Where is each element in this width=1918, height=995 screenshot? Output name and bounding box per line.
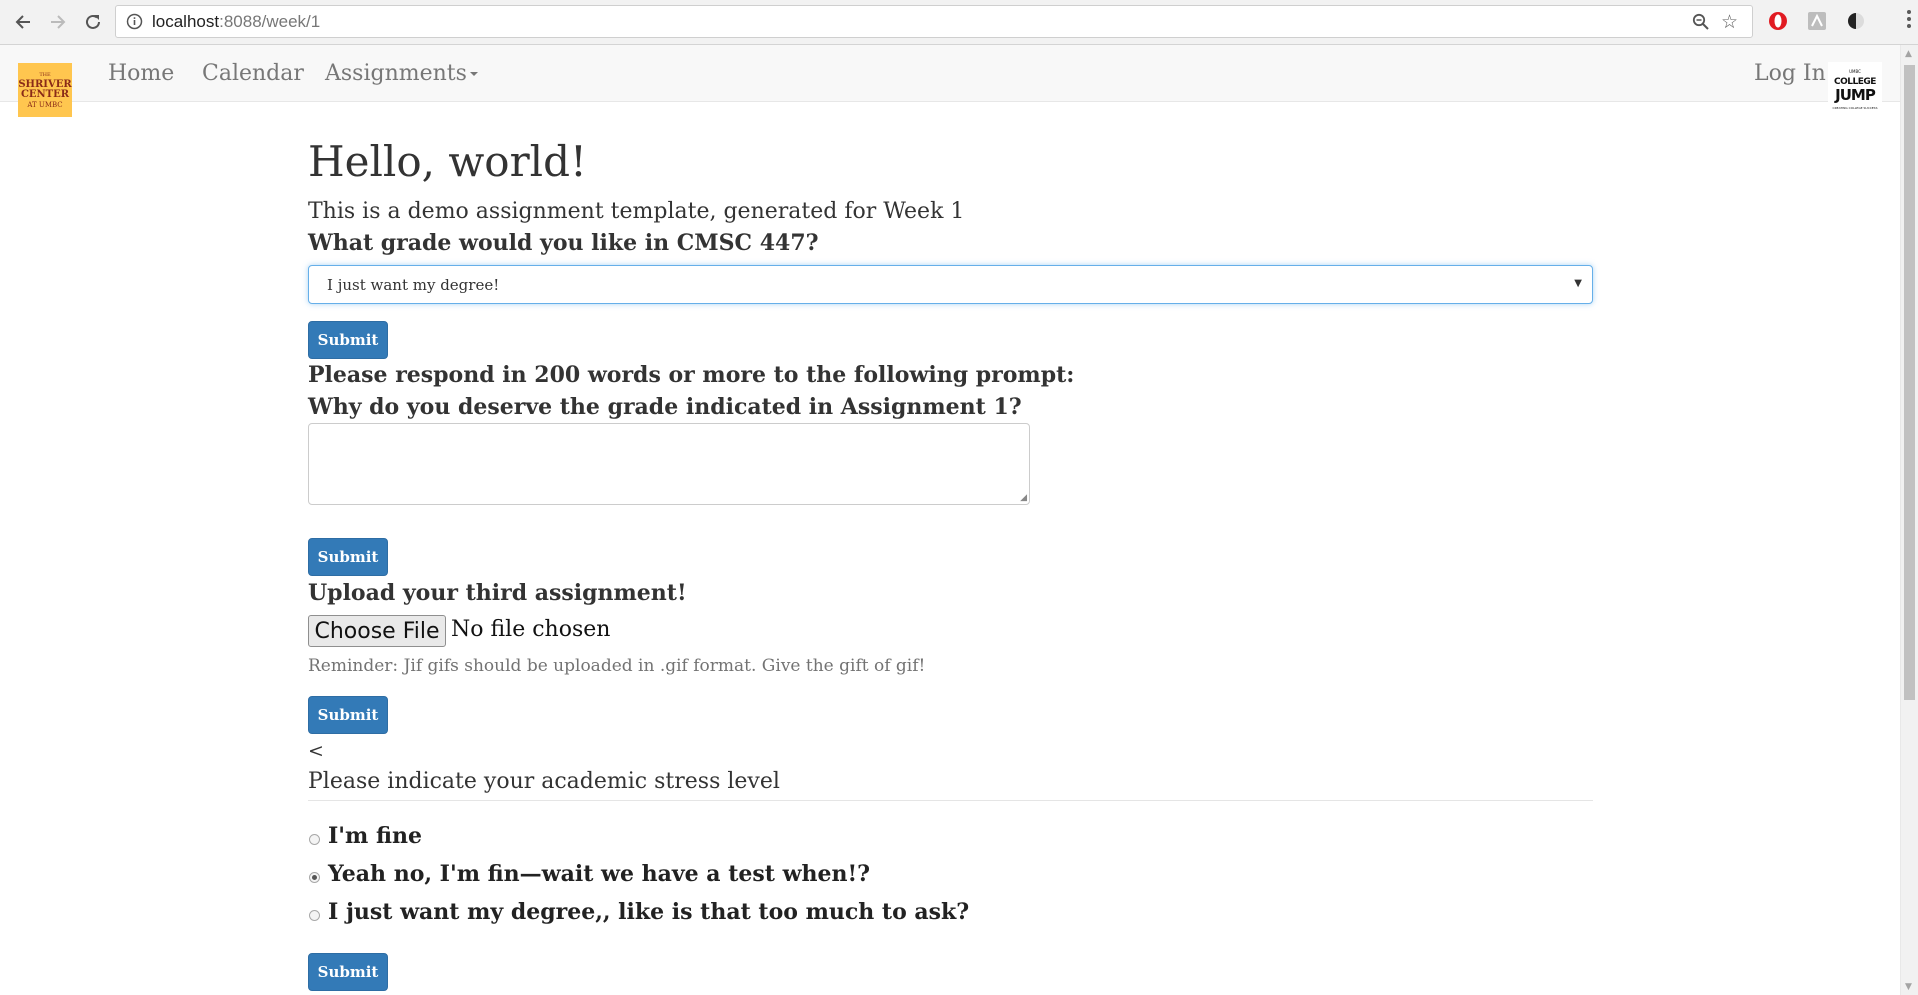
nav-assignments-dropdown[interactable]: Assignments (325, 61, 478, 86)
stress-option-1-radio[interactable] (309, 834, 320, 845)
bookmark-star-icon[interactable]: ☆ (1721, 12, 1738, 32)
url-text[interactable]: localhost:8088/week/1 (152, 12, 320, 32)
stress-level-legend: Please indicate your academic stress lev… (308, 769, 780, 794)
nav-calendar-link[interactable]: Calendar (202, 61, 304, 86)
assignment3-submit-button[interactable]: Submit (308, 696, 388, 734)
info-icon[interactable] (126, 13, 143, 30)
stress-option-3-radio[interactable] (309, 910, 320, 921)
zoom-icon[interactable] (1692, 13, 1710, 31)
upload-help-text: Reminder: Jif gifs should be uploaded in… (308, 656, 926, 676)
assignment1-question: What grade would you like in CMSC 447? (308, 230, 819, 256)
pdf-extension-icon[interactable] (1806, 10, 1828, 32)
logo-left-line4: AT UMBC (27, 101, 63, 109)
assignment2-submit-button[interactable]: Submit (308, 538, 388, 576)
assignment2-question-line1: Please respond in 200 words or more to t… (308, 362, 1075, 388)
stress-option-2-radio[interactable] (309, 872, 320, 883)
url-host: localhost (152, 12, 220, 31)
college-jump-logo[interactable]: UMBC COLLEGE JUMP CREATING COLLEGE SUCCE… (1828, 62, 1882, 118)
grade-select[interactable]: I just want my degree! ▼ (308, 265, 1593, 304)
reload-icon (86, 14, 100, 29)
logo-right-line3: JUMP (1835, 86, 1876, 104)
stress-option-2-label[interactable]: Yeah no, I'm fin—wait we have a test whe… (328, 861, 870, 887)
assignment2-question-line2: Why do you deserve the grade indicated i… (308, 394, 1022, 420)
dropdown-arrow-icon: ▼ (1574, 278, 1582, 289)
stress-option-3-label[interactable]: I just want my degree,, like is that too… (328, 899, 969, 925)
login-link[interactable]: Log In (1754, 61, 1826, 86)
page-scrollbar[interactable]: ▲ ▼ (1900, 45, 1918, 995)
stray-less-than-text: < (308, 740, 324, 762)
logo-left-line3: CENTER (20, 89, 70, 100)
forward-arrow-icon (51, 15, 66, 29)
nav-home-link[interactable]: Home (108, 61, 174, 86)
nav-assignments-label: Assignments (325, 61, 467, 86)
shriver-center-logo[interactable]: THE SHRIVER CENTER AT UMBC (18, 63, 72, 117)
dark-mode-extension-icon[interactable] (1845, 10, 1867, 32)
file-status-text: No file chosen (451, 617, 611, 642)
logo-right-line4: CREATING COLLEGE SUCCESS (1832, 106, 1878, 110)
opera-extension-icon[interactable] (1767, 10, 1789, 32)
choose-file-button[interactable]: Choose File (308, 615, 446, 647)
address-bar[interactable]: localhost:8088/week/1 ☆ (115, 5, 1753, 38)
scroll-up-arrow-icon[interactable]: ▲ (1905, 49, 1912, 59)
back-arrow-icon (15, 15, 30, 29)
legend-divider (308, 800, 1593, 801)
page-title: Hello, world! (308, 137, 587, 186)
response-textarea[interactable]: ◢ (308, 423, 1030, 505)
assignment3-question: Upload your third assignment! (308, 580, 687, 606)
scroll-down-arrow-icon[interactable]: ▼ (1905, 982, 1912, 992)
url-path: :8088/week/1 (219, 12, 321, 31)
reload-button[interactable] (80, 9, 106, 35)
resize-grip-icon[interactable]: ◢ (1020, 493, 1027, 503)
caret-down-icon (469, 72, 478, 76)
logo-right-line1: UMBC (1849, 69, 1861, 74)
page-lead-text: This is a demo assignment template, gene… (308, 199, 965, 224)
back-button[interactable] (10, 9, 36, 35)
browser-menu-icon[interactable] (1906, 10, 1912, 31)
site-navbar: THE SHRIVER CENTER AT UMBC Home Calendar… (0, 45, 1900, 118)
forward-button[interactable] (45, 9, 71, 35)
browser-toolbar: localhost:8088/week/1 ☆ (0, 0, 1918, 45)
stress-option-1-label[interactable]: I'm fine (328, 823, 422, 849)
scrollbar-thumb[interactable] (1904, 65, 1915, 700)
assignment4-submit-button[interactable]: Submit (308, 953, 388, 991)
assignment1-submit-button[interactable]: Submit (308, 321, 388, 359)
grade-select-value: I just want my degree! (327, 276, 500, 294)
